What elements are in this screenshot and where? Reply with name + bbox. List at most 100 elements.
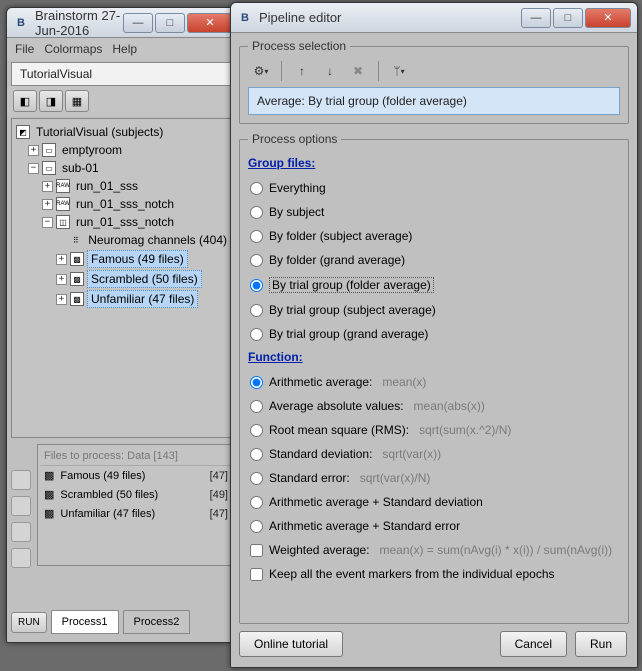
radio-input[interactable] [250, 448, 263, 461]
menubar: File Colormaps Help [7, 38, 239, 60]
close-button[interactable]: ✕ [187, 13, 233, 33]
vtool-2[interactable] [11, 496, 31, 516]
move-down-icon[interactable]: ↓ [319, 61, 341, 81]
pipeline-title: Pipeline editor [259, 10, 521, 25]
radio-input[interactable] [250, 376, 263, 389]
dialog-buttons: Online tutorial Cancel Run [239, 631, 627, 657]
expand-icon[interactable]: + [56, 294, 67, 305]
tree-run2[interactable]: + RAW run_01_sss_notch [14, 195, 232, 213]
radio-everything[interactable]: Everything [248, 176, 620, 200]
minimize-button[interactable]: — [123, 13, 153, 33]
leaf-icon [56, 235, 66, 246]
radio-input[interactable] [250, 520, 263, 533]
main-titlebar[interactable]: B Brainstorm 27-Jun-2016 — □ ✕ [7, 8, 239, 38]
db-view-studies-icon[interactable]: ◨ [39, 90, 63, 112]
raw-icon: RAW [56, 197, 70, 211]
expand-icon[interactable]: + [56, 274, 67, 285]
radio-input[interactable] [250, 328, 263, 341]
vtool-1[interactable] [11, 470, 31, 490]
tree-channels[interactable]: ⠿ Neuromag channels (404) [14, 231, 232, 249]
radio-by-trial-grand[interactable]: By trial group (grand average) [248, 322, 620, 346]
trialgroup-icon: ▩ [44, 488, 54, 501]
tree-root[interactable]: ◩ TutorialVisual (subjects) [14, 123, 232, 141]
close-button[interactable]: ✕ [585, 8, 631, 28]
channels-icon: ⠿ [69, 233, 82, 247]
tab-process2[interactable]: Process2 [123, 610, 191, 634]
process-selection-toolbar: ⚙▾ ↑ ↓ ✖ ᛘ▾ [248, 59, 620, 87]
tree-emptyroom[interactable]: + ▭ emptyroom [14, 141, 232, 159]
selected-process[interactable]: Average: By trial group (folder average) [248, 87, 620, 115]
cancel-button[interactable]: Cancel [500, 631, 567, 657]
delete-icon[interactable]: ✖ [347, 61, 369, 81]
radio-input[interactable] [250, 206, 263, 219]
raw-icon: RAW [56, 179, 70, 193]
gear-icon[interactable]: ⚙▾ [250, 61, 272, 81]
radio-input[interactable] [250, 424, 263, 437]
subject-icon: ▭ [42, 161, 56, 175]
minimize-button[interactable]: — [521, 8, 551, 28]
radio-input[interactable] [250, 304, 263, 317]
tab-process1[interactable]: Process1 [51, 610, 119, 634]
tree-pane[interactable]: ◩ TutorialVisual (subjects) + ▭ emptyroo… [11, 118, 235, 438]
tree-sub01[interactable]: − ▭ sub-01 [14, 159, 232, 177]
maximize-button[interactable]: □ [155, 13, 185, 33]
radio-rms[interactable]: Root mean square (RMS): sqrt(sum(x.^2)/N… [248, 418, 620, 442]
radio-by-trial-folder[interactable]: By trial group (folder average) [248, 272, 620, 298]
radio-meanstd[interactable]: Arithmetic average + Standard deviation [248, 490, 620, 514]
radio-by-subject[interactable]: By subject [248, 200, 620, 224]
radio-stderr[interactable]: Standard error: sqrt(var(x)/N) [248, 466, 620, 490]
process-files-box[interactable]: Files to process: Data [143] ▩ Famous (4… [37, 444, 235, 566]
tree-unfamiliar[interactable]: + ▩ Unfamiliar (47 files) [14, 289, 232, 309]
process-row[interactable]: ▩ Scrambled (50 files) [49] [40, 485, 232, 504]
radio-input[interactable] [250, 400, 263, 413]
collapse-icon[interactable]: − [42, 217, 53, 228]
process-row[interactable]: ▩ Famous (49 files) [47] [40, 466, 232, 485]
checkbox-input[interactable] [250, 568, 263, 581]
process-options-group: Process options Group files: Everything … [239, 132, 629, 624]
checkbox-input[interactable] [250, 544, 263, 557]
radio-input[interactable] [250, 182, 263, 195]
pipeline-menu-icon[interactable]: ᛘ▾ [388, 61, 410, 81]
expand-icon[interactable]: + [28, 145, 39, 156]
app-icon: B [237, 10, 253, 26]
tree-scrambled[interactable]: + ▩ Scrambled (50 files) [14, 269, 232, 289]
vtool-4[interactable] [11, 548, 31, 568]
radio-input[interactable] [250, 254, 263, 267]
radio-input[interactable] [250, 472, 263, 485]
move-up-icon[interactable]: ↑ [291, 61, 313, 81]
radio-by-folder-grand[interactable]: By folder (grand average) [248, 248, 620, 272]
menu-file[interactable]: File [15, 42, 34, 56]
radio-input[interactable] [250, 230, 263, 243]
folder-icon: ◫ [56, 215, 70, 229]
menu-help[interactable]: Help [112, 42, 137, 56]
process-row[interactable]: ▩ Unfamiliar (47 files) [47] [40, 504, 232, 523]
vtool-3[interactable] [11, 522, 31, 542]
run-pipeline-button[interactable]: Run [575, 631, 627, 657]
radio-input[interactable] [250, 279, 263, 292]
checkbox-weighted[interactable]: Weighted average: mean(x) = sum(nAvg(i) … [248, 538, 620, 562]
tree-run1[interactable]: + RAW run_01_sss [14, 177, 232, 195]
radio-absmean[interactable]: Average absolute values: mean(abs(x)) [248, 394, 620, 418]
expand-icon[interactable]: + [42, 181, 53, 192]
expand-icon[interactable]: + [42, 199, 53, 210]
radio-mean[interactable]: Arithmetic average: mean(x) [248, 370, 620, 394]
run-button[interactable]: RUN [11, 612, 47, 633]
online-tutorial-button[interactable]: Online tutorial [239, 631, 343, 657]
process-selection-legend: Process selection [248, 39, 350, 53]
db-view-subjects-icon[interactable]: ◧ [13, 90, 37, 112]
radio-meanse[interactable]: Arithmetic average + Standard error [248, 514, 620, 538]
expand-icon[interactable]: + [56, 254, 67, 265]
radio-input[interactable] [250, 496, 263, 509]
checkbox-keep-events[interactable]: Keep all the event markers from the indi… [248, 562, 620, 586]
radio-by-trial-subject[interactable]: By trial group (subject average) [248, 298, 620, 322]
tree-run3[interactable]: − ◫ run_01_sss_notch [14, 213, 232, 231]
collapse-icon[interactable]: − [28, 163, 39, 174]
radio-std[interactable]: Standard deviation: sqrt(var(x)) [248, 442, 620, 466]
project-tab[interactable]: TutorialVisual [11, 62, 235, 86]
db-view-all-icon[interactable]: ▦ [65, 90, 89, 112]
menu-colormaps[interactable]: Colormaps [44, 42, 102, 56]
radio-by-folder-subject[interactable]: By folder (subject average) [248, 224, 620, 248]
tree-famous[interactable]: + ▩ Famous (49 files) [14, 249, 232, 269]
pipeline-titlebar[interactable]: B Pipeline editor — □ ✕ [231, 3, 637, 33]
maximize-button[interactable]: □ [553, 8, 583, 28]
